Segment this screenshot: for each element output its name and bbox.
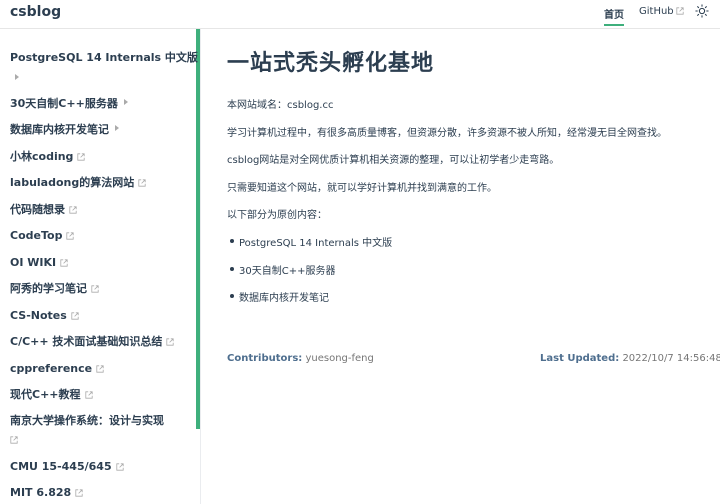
sidebar-item-labuladong[interactable]: labuladong的算法网站: [10, 175, 146, 191]
list-item-postgresql: PostgreSQL 14 Internals 中文版: [239, 238, 393, 249]
sidebar-item-label: 数据库内核开发笔记: [10, 123, 109, 136]
sidebar-item-label: 小林coding: [10, 150, 74, 163]
paragraph-original: 以下部分为原创内容：: [227, 210, 327, 221]
nav-home-link[interactable]: 首页: [604, 6, 624, 26]
last-updated-label: Last Updated:: [540, 353, 620, 364]
sidebar-item-label: CS-Notes: [10, 309, 67, 322]
chevron-right-icon: [115, 125, 119, 131]
sidebar-item-cppreference[interactable]: cppreference: [10, 361, 104, 377]
external-link-icon: [138, 179, 146, 187]
external-link-icon: [96, 365, 104, 373]
list-item-cpp-server: 30天自制C++服务器: [239, 266, 336, 277]
chevron-right-icon: [123, 99, 128, 105]
sidebar-item-codetop[interactable]: CodeTop: [10, 228, 75, 244]
list-bullet: [230, 267, 234, 271]
page-title: 一站式秃头孵化基地: [227, 51, 435, 76]
paragraph-summary: csblog网站是对全网优质计算机相关资源的整理，可以让初学者少走弯路。: [227, 155, 560, 166]
nav-github-link[interactable]: GitHub: [639, 6, 684, 17]
contributors-value: yuesong-feng: [305, 353, 374, 364]
sidebar-item-postgresql[interactable]: PostgreSQL 14 Internals 中文版: [10, 50, 198, 66]
sidebar-item-cmu-15445[interactable]: CMU 15-445/645: [10, 459, 124, 475]
sidebar-item-label: cppreference: [10, 362, 93, 375]
sidebar-item-label: labuladong的算法网站: [10, 176, 135, 189]
sidebar-item-cs-notes[interactable]: CS-Notes: [10, 308, 79, 324]
sidebar-item-label: 代码随想录: [10, 203, 65, 216]
sidebar-item-mit-6828[interactable]: MIT 6.828: [10, 485, 83, 501]
list-item-db-kernel: 数据库内核开发笔记: [239, 293, 329, 304]
sun-icon[interactable]: [695, 4, 709, 18]
sidebar-divider: [200, 29, 201, 504]
sidebar-item-label: MIT 6.828: [10, 486, 72, 499]
external-link-icon: [676, 7, 684, 15]
sidebar-item-modern-cpp[interactable]: 现代C++教程: [10, 387, 93, 403]
list-bullet: [230, 239, 234, 243]
sidebar-item-db-kernel[interactable]: 数据库内核开发笔记: [10, 122, 119, 138]
last-updated-value: 2022/10/7 14:56:48: [622, 353, 720, 364]
external-link-icon: [116, 463, 124, 471]
sidebar-item-label: 阿秀的学习笔记: [10, 282, 87, 295]
contributors-label: Contributors:: [227, 353, 303, 364]
nav-github-label: GitHub: [639, 6, 674, 17]
sidebar-item-label: 30天自制C++服务器: [10, 97, 118, 110]
external-link-icon: [69, 206, 77, 214]
paragraph-goal: 只需要知道这个网站，就可以学好计算机并找到满意的工作。: [227, 183, 497, 194]
external-link-icon: [60, 259, 68, 267]
external-link-icon: [66, 232, 75, 240]
sidebar-item-daima[interactable]: 代码随想录: [10, 202, 77, 218]
chevron-right-icon[interactable]: [15, 74, 19, 80]
sidebar-item-xiaolin[interactable]: 小林coding: [10, 149, 86, 165]
external-link-icon: [166, 338, 175, 346]
paragraph-intro: 学习计算机过程中，有很多高质量博客，但资源分散，许多资源不被人所知，经常漫无目全…: [227, 128, 667, 139]
sidebar-item-axiu[interactable]: 阿秀的学习笔记: [10, 281, 99, 297]
sidebar-item-oiwiki[interactable]: OI WIKI: [10, 255, 68, 271]
sidebar-item-label: CMU 15-445/645: [10, 460, 112, 473]
sidebar-item-nju-os[interactable]: 南京大学操作系统：设计与实现: [10, 413, 164, 429]
sidebar-item-cpp-interview[interactable]: C/C++ 技术面试基础知识总结: [10, 334, 175, 350]
external-link-icon: [84, 391, 93, 399]
external-link-icon: [91, 285, 99, 293]
list-bullet: [230, 294, 234, 298]
last-updated: Last Updated: 2022/10/7 14:56:48: [540, 353, 720, 364]
navbar: csblog 首页 GitHub: [0, 0, 720, 29]
sidebar-item-label: 现代C++教程: [10, 388, 81, 401]
sidebar-item-label: C/C++ 技术面试基础知识总结: [10, 335, 163, 348]
external-link-icon: [75, 489, 83, 497]
sidebar-item-label: OI WIKI: [10, 256, 57, 269]
paragraph-domain: 本网站域名：csblog.cc: [227, 100, 334, 111]
external-link-icon: [71, 312, 79, 320]
contributors: Contributors: yuesong-feng: [227, 353, 374, 364]
external-link-icon: [77, 153, 86, 161]
sidebar-item-label: CodeTop: [10, 229, 63, 242]
sidebar-item-cpp-server[interactable]: 30天自制C++服务器: [10, 96, 128, 112]
external-link-icon[interactable]: [10, 436, 18, 444]
site-name-link[interactable]: csblog: [10, 4, 61, 20]
